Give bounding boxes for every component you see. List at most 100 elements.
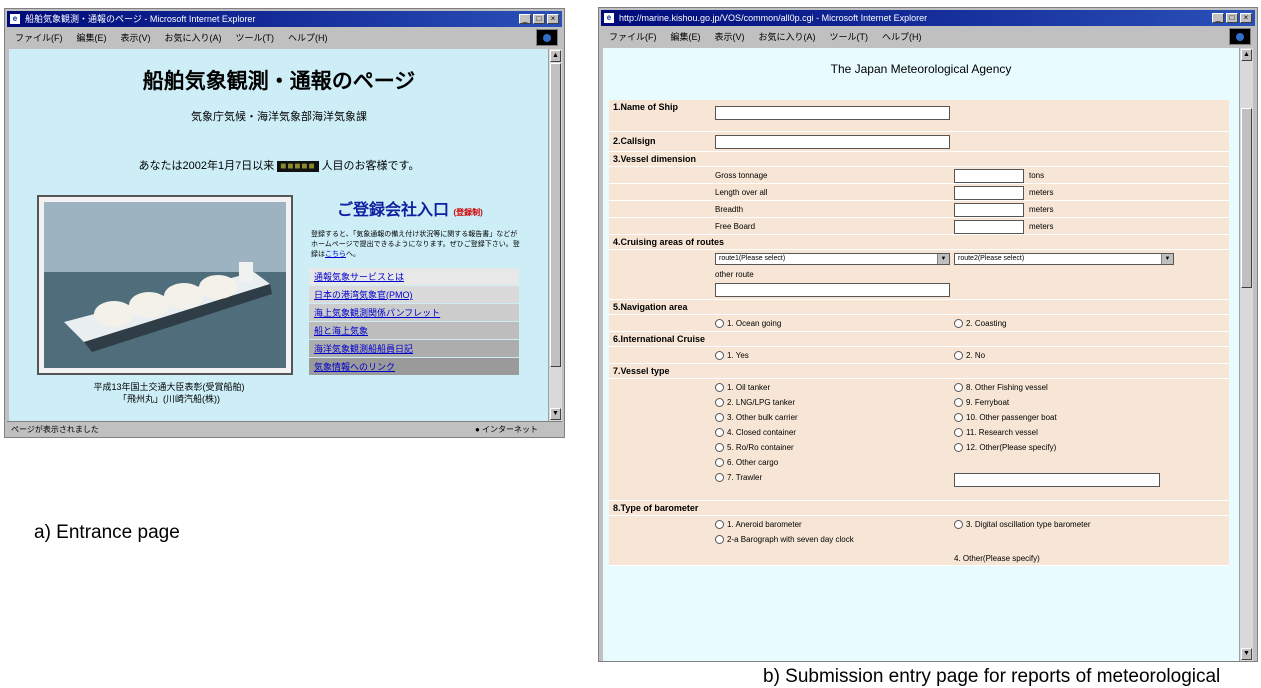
radio-vt-7[interactable]: 7. Trawler [715, 473, 762, 483]
route1-value: route1(Please select) [719, 255, 786, 262]
menu-favorites[interactable]: お気に入り(A) [165, 29, 222, 47]
lng-carrier-image [44, 202, 286, 368]
scroll-down-arrow[interactable]: ▼ [1241, 648, 1252, 660]
route2-select[interactable]: route2(Please select) ▼ [954, 253, 1174, 265]
radio-vt-6[interactable]: 6. Other cargo [715, 458, 778, 468]
radio-vt-9[interactable]: 9. Ferryboat [954, 398, 1009, 408]
route1-select[interactable]: route1(Please select) ▼ [715, 253, 950, 265]
members-description: 登録すると、「気象通報の備え付け状況等に関する報告書」などがホームページで提出で… [311, 230, 521, 260]
nav1-label: 1. Ocean going [727, 319, 782, 328]
minimize-button[interactable]: _ [1212, 13, 1224, 23]
menu-favorites[interactable]: お気に入り(A) [759, 28, 816, 46]
label-ship-name: 1.Name of Ship [613, 102, 679, 112]
form-row-vessel-type: 1. Oil tanker 2. LNG/LPG tanker 3. Other… [609, 379, 1229, 501]
label-freeboard: Free Board [715, 222, 756, 231]
page-viewport: The Japan Meteorological Agency 1.Name o… [603, 48, 1239, 661]
close-button[interactable]: × [1240, 13, 1252, 23]
radio-yes[interactable]: 1. Yes [715, 351, 749, 361]
menu-tools[interactable]: ツール(T) [830, 28, 869, 46]
radio-vt-12[interactable]: 12. Other(Please specify) [954, 443, 1056, 453]
ship-name-input[interactable] [715, 106, 950, 120]
nav-link-weather-links[interactable]: 気象情報へのリンク [309, 358, 519, 376]
radio-vt-8[interactable]: 8. Other Fishing vessel [954, 383, 1048, 393]
maximize-button[interactable]: □ [1226, 13, 1238, 23]
radio-vt-11[interactable]: 11. Research vessel [954, 428, 1038, 438]
int1-label: 1. Yes [727, 351, 749, 360]
radio-icon [715, 428, 724, 438]
vessel-type-other-input[interactable] [954, 473, 1160, 487]
form-row-navigation: 1. Ocean going 2. Coasting [609, 315, 1229, 332]
radio-no[interactable]: 2. No [954, 351, 985, 361]
radio-vt-10[interactable]: 10. Other passenger boat [954, 413, 1057, 423]
scroll-thumb[interactable] [1241, 108, 1252, 288]
maximize-button[interactable]: □ [533, 14, 545, 24]
menu-bar: ファイル(F) 編集(E) 表示(V) お気に入り(A) ツール(T) ヘルプ(… [603, 28, 1253, 46]
close-button[interactable]: × [547, 14, 559, 24]
visit-prefix: あなたは2002年1月7日以来 [138, 160, 275, 172]
caption-submission: b) Submission entry page for reports of … [763, 666, 1221, 687]
radio-icon [954, 443, 963, 453]
freeboard-input[interactable] [954, 220, 1024, 234]
callsign-input[interactable] [715, 135, 950, 149]
menu-bar: ファイル(F) 編集(E) 表示(V) お気に入り(A) ツール(T) ヘルプ(… [9, 29, 560, 47]
windows-logo-icon [1229, 28, 1251, 45]
vt3-label: 3. Other bulk carrier [727, 413, 798, 422]
radio-vt-4[interactable]: 4. Closed container [715, 428, 796, 438]
length-input[interactable] [954, 186, 1024, 200]
vertical-scrollbar[interactable]: ▲ ▼ [548, 49, 562, 421]
menu-edit[interactable]: 編集(E) [671, 28, 701, 46]
minimize-button[interactable]: _ [519, 14, 531, 24]
nav-link-pamphlet[interactable]: 海上気象観測関係パンフレット [309, 304, 519, 322]
title-bar[interactable]: e 船舶気象観測・通報のページ - Microsoft Internet Exp… [7, 11, 562, 27]
title-bar[interactable]: e http://marine.kishou.go.jp/VOS/common/… [601, 10, 1255, 26]
scroll-thumb[interactable] [550, 63, 561, 367]
vt5-label: 5. Ro/Ro container [727, 443, 794, 452]
radio-vt-3[interactable]: 3. Other bulk carrier [715, 413, 798, 423]
menu-file[interactable]: ファイル(F) [609, 28, 657, 46]
scroll-up-arrow[interactable]: ▲ [1241, 49, 1252, 61]
menu-tools[interactable]: ツール(T) [236, 29, 275, 47]
breadth-input[interactable] [954, 203, 1024, 217]
menu-help[interactable]: ヘルプ(H) [288, 29, 328, 47]
vt8-label: 8. Other Fishing vessel [966, 383, 1048, 392]
scroll-up-arrow[interactable]: ▲ [550, 50, 561, 62]
radio-vt-5[interactable]: 5. Ro/Ro container [715, 443, 794, 453]
nav2-label: 2. Coasting [966, 319, 1007, 328]
form-row-routes: route1(Please select) ▼ route2(Please se… [609, 250, 1229, 300]
menu-edit[interactable]: 編集(E) [77, 29, 107, 47]
radio-bar-3[interactable]: 3. Digital oscillation type barometer [954, 520, 1091, 530]
scroll-down-arrow[interactable]: ▼ [550, 408, 561, 420]
other-route-input[interactable] [715, 283, 950, 297]
page-header: The Japan Meteorological Agency [603, 48, 1239, 98]
form-row-gross: Gross tonnage tons [609, 167, 1229, 184]
status-text: ページが表示されました [11, 425, 99, 434]
menu-help[interactable]: ヘルプ(H) [882, 28, 922, 46]
radio-bar-1[interactable]: 1. Aneroid barometer [715, 520, 802, 530]
nav-link-service[interactable]: 通報気象サービスとは [309, 268, 519, 286]
vertical-scrollbar[interactable]: ▲ ▼ [1239, 48, 1253, 661]
caption-entrance: a) Entrance page [34, 522, 180, 543]
radio-icon [715, 413, 724, 423]
radio-vt-2[interactable]: 2. LNG/LPG tanker [715, 398, 795, 408]
members-text-end: へ。 [346, 251, 360, 258]
page-viewport: 船舶気象観測・通報のページ 気象庁気候・海洋気象部海洋気象課 あなたは2002年… [9, 49, 548, 421]
chevron-down-icon: ▼ [937, 254, 949, 264]
menu-view[interactable]: 表示(V) [715, 28, 745, 46]
nav-link-diary[interactable]: 海洋気象観測船船員日記 [309, 340, 519, 358]
bar1-label: 1. Aneroid barometer [727, 520, 802, 529]
nav-link-ship-weather[interactable]: 船と海上気象 [309, 322, 519, 340]
menu-view[interactable]: 表示(V) [121, 29, 151, 47]
gross-tonnage-input[interactable] [954, 169, 1024, 183]
register-link[interactable]: こちら [325, 251, 346, 258]
radio-coasting[interactable]: 2. Coasting [954, 319, 1007, 329]
nav-link-pmo[interactable]: 日本の港湾気象官(PMO) [309, 286, 519, 304]
form-row-breadth: Breadth meters [609, 201, 1229, 218]
vt4-label: 4. Closed container [727, 428, 796, 437]
members-entrance-heading[interactable]: ご登録会社入口 (登録制) [337, 196, 483, 220]
radio-vt-1[interactable]: 1. Oil tanker [715, 383, 770, 393]
radio-bar-2a[interactable]: 2-a Barograph with seven day clock [715, 535, 855, 545]
label-length: Length over all [715, 188, 768, 197]
label-breadth: Breadth [715, 205, 744, 214]
radio-ocean-going[interactable]: 1. Ocean going [715, 319, 782, 329]
menu-file[interactable]: ファイル(F) [15, 29, 63, 47]
